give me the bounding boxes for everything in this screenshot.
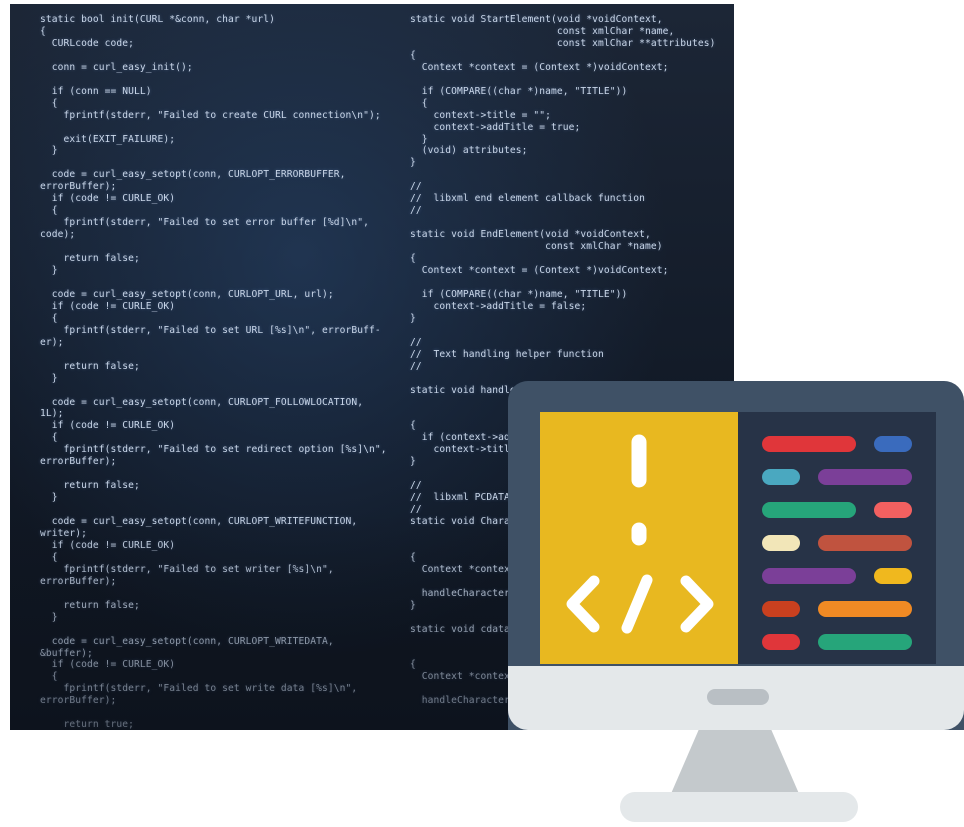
code-line-pill [762,568,856,584]
code-line-pill [818,601,912,617]
code-tag-icon [566,574,714,634]
code-illustration [566,434,714,634]
code-line-pill [818,469,912,485]
code-line-pill [818,634,912,650]
code-line-pill [874,502,912,518]
code-line-pill [762,502,856,518]
code-line-pill [762,634,800,650]
code-line-pill [818,535,912,551]
code-line-pill [762,601,800,617]
monitor-stand-neck [670,730,800,796]
code-line-pill [874,436,912,452]
code-column-left: static bool init(CURL *&conn, char *url)… [40,14,387,730]
code-line-pill [874,568,912,584]
code-line-pill [762,469,800,485]
monitor-chin-slot [707,689,769,705]
code-line-pill [762,535,800,551]
code-line-pill [762,436,856,452]
monitor-stand-base [620,792,858,822]
